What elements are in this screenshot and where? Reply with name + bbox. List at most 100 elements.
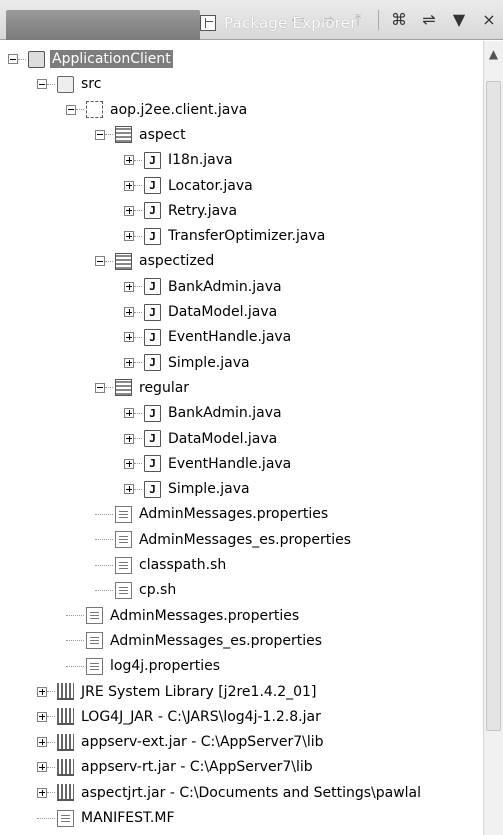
jar-icon bbox=[57, 733, 74, 751]
collapse-icon[interactable] bbox=[8, 54, 18, 64]
tree-item-label: AdminMessages_es.properties bbox=[110, 632, 323, 649]
tree-item[interactable]: ApplicationClient bbox=[8, 47, 173, 71]
expand-icon[interactable] bbox=[124, 155, 134, 166]
link-with-editor-icon[interactable]: ⇌ bbox=[419, 10, 439, 30]
tree-item[interactable]: LOG4J_JAR - C:\JARS\log4j-1.2.8.jar bbox=[37, 705, 323, 729]
package-icon bbox=[115, 252, 132, 270]
package-icon bbox=[115, 379, 132, 397]
collapse-all-icon[interactable]: ⌘ bbox=[389, 10, 409, 30]
collapse-icon[interactable] bbox=[95, 129, 105, 140]
text-file-icon bbox=[115, 505, 132, 523]
tree-connector bbox=[105, 260, 113, 262]
tree-connector bbox=[134, 412, 142, 414]
collapse-icon[interactable] bbox=[95, 382, 105, 393]
tree-item[interactable]: J DataModel.java bbox=[124, 300, 279, 324]
tree-item[interactable]: log4j.properties bbox=[66, 654, 222, 678]
tree-item[interactable]: J EventHandle.java bbox=[124, 452, 293, 476]
tree-item[interactable]: aspect bbox=[95, 123, 188, 147]
tree-item-label: appserv-rt.jar - C:\AppServer7\lib bbox=[81, 759, 313, 776]
tree-item[interactable]: AdminMessages.properties bbox=[95, 502, 330, 526]
tree-item[interactable]: appserv-ext.jar - C:\AppServer7\lib bbox=[37, 730, 326, 754]
tree-item[interactable]: AdminMessages.properties bbox=[66, 604, 301, 628]
expand-icon[interactable] bbox=[124, 408, 134, 419]
tree-connector bbox=[105, 134, 113, 136]
expand-icon[interactable] bbox=[124, 357, 134, 368]
expand-icon[interactable] bbox=[124, 484, 134, 495]
tree-connector bbox=[134, 362, 142, 364]
tree-item[interactable]: aspectjrt.jar - C:\Documents and Setting… bbox=[37, 781, 423, 805]
tree-item[interactable]: JRE System Library [j2re1.4.2_01] bbox=[37, 680, 318, 704]
tree-item[interactable]: MANIFEST.MF bbox=[37, 806, 177, 830]
tree-connector bbox=[134, 286, 142, 288]
tree-item-label: BankAdmin.java bbox=[168, 405, 282, 422]
tree-item[interactable]: AdminMessages_es.properties bbox=[66, 629, 324, 653]
java-file-icon: J bbox=[144, 151, 161, 169]
view-menu-icon[interactable]: ▼ bbox=[449, 10, 469, 30]
expand-icon[interactable] bbox=[124, 433, 134, 444]
java-file-icon: J bbox=[144, 202, 161, 220]
expand-icon[interactable] bbox=[124, 180, 134, 191]
tree-item[interactable]: J BankAdmin.java bbox=[124, 275, 284, 299]
tree-item[interactable]: J Retry.java bbox=[124, 199, 239, 223]
text-file-icon bbox=[57, 809, 74, 827]
text-file-icon bbox=[86, 607, 103, 625]
expand-icon[interactable] bbox=[124, 332, 134, 343]
jar-icon bbox=[57, 708, 74, 726]
jar-icon bbox=[57, 758, 74, 776]
toolbar-separator bbox=[378, 10, 379, 30]
expand-icon[interactable] bbox=[37, 787, 47, 798]
java-file-icon: J bbox=[144, 404, 161, 422]
java-file-icon: J bbox=[144, 303, 161, 321]
tree-item[interactable]: J EventHandle.java bbox=[124, 325, 293, 349]
tree-connector bbox=[134, 438, 142, 439]
view-header: Package Explorer ⇦ ⇨ ⤒ ⌘ ⇌ ▼ × bbox=[0, 0, 503, 40]
tree-item[interactable]: J Simple.java bbox=[124, 351, 252, 375]
expand-icon[interactable] bbox=[124, 231, 134, 242]
tree-connector bbox=[66, 640, 84, 642]
expand-icon[interactable] bbox=[37, 686, 47, 697]
tree-item[interactable]: src bbox=[37, 72, 103, 96]
tree-item[interactable]: classpath.sh bbox=[95, 553, 228, 577]
tree-item[interactable]: regular bbox=[95, 376, 191, 400]
tree-item-label: EventHandle.java bbox=[168, 329, 292, 346]
expand-icon[interactable] bbox=[124, 307, 134, 317]
collapse-icon[interactable] bbox=[66, 104, 76, 115]
scroll-up-icon[interactable]: ▲ bbox=[486, 45, 501, 63]
expand-icon[interactable] bbox=[124, 458, 134, 469]
tree-item[interactable]: J Locator.java bbox=[124, 174, 255, 198]
tree-item-label: JRE System Library [j2re1.4.2_01] bbox=[81, 683, 317, 700]
tree-item-label: I18n.java bbox=[168, 152, 233, 169]
tree-item-label: Locator.java bbox=[168, 177, 253, 194]
tree-item-label: aspectized bbox=[139, 253, 215, 270]
tree-connector bbox=[95, 513, 113, 515]
tree-item[interactable]: aop.j2ee.client.java bbox=[66, 98, 249, 122]
expand-icon[interactable] bbox=[37, 711, 47, 722]
tree-item[interactable]: appserv-rt.jar - C:\AppServer7\lib bbox=[37, 755, 315, 779]
package-tree[interactable]: ApplicationClient src aop.j2ee.client.java… bbox=[0, 41, 483, 835]
expand-icon[interactable] bbox=[37, 762, 47, 773]
tree-connector bbox=[134, 311, 142, 313]
package-root-icon bbox=[86, 101, 103, 119]
tree-item[interactable]: J TransferOptimizer.java bbox=[124, 224, 327, 248]
expand-icon[interactable] bbox=[124, 281, 134, 292]
project-icon bbox=[28, 50, 45, 68]
expand-icon[interactable] bbox=[124, 205, 134, 216]
tree-item-label: AdminMessages.properties bbox=[139, 506, 329, 523]
tree-item[interactable]: J BankAdmin.java bbox=[124, 401, 284, 425]
scrollbar-thumb[interactable] bbox=[486, 81, 501, 731]
tree-connector bbox=[105, 387, 113, 389]
collapse-icon[interactable] bbox=[37, 79, 47, 90]
tree-connector bbox=[47, 83, 55, 85]
tree-item[interactable]: J I18n.java bbox=[124, 148, 235, 172]
tree-item[interactable]: J Simple.java bbox=[124, 477, 252, 501]
jar-icon bbox=[57, 784, 74, 802]
tree-item[interactable]: AdminMessages_es.properties bbox=[95, 528, 353, 552]
collapse-icon[interactable] bbox=[95, 256, 105, 267]
tree-item[interactable]: cp.sh bbox=[95, 578, 178, 602]
vertical-scrollbar[interactable]: ▲ bbox=[483, 41, 503, 835]
tree-item[interactable]: J DataModel.java bbox=[124, 427, 279, 451]
expand-icon[interactable] bbox=[37, 737, 47, 748]
tree-item-label: classpath.sh bbox=[139, 557, 227, 573]
tree-item[interactable]: aspectized bbox=[95, 249, 216, 273]
close-icon[interactable]: × bbox=[479, 10, 499, 30]
